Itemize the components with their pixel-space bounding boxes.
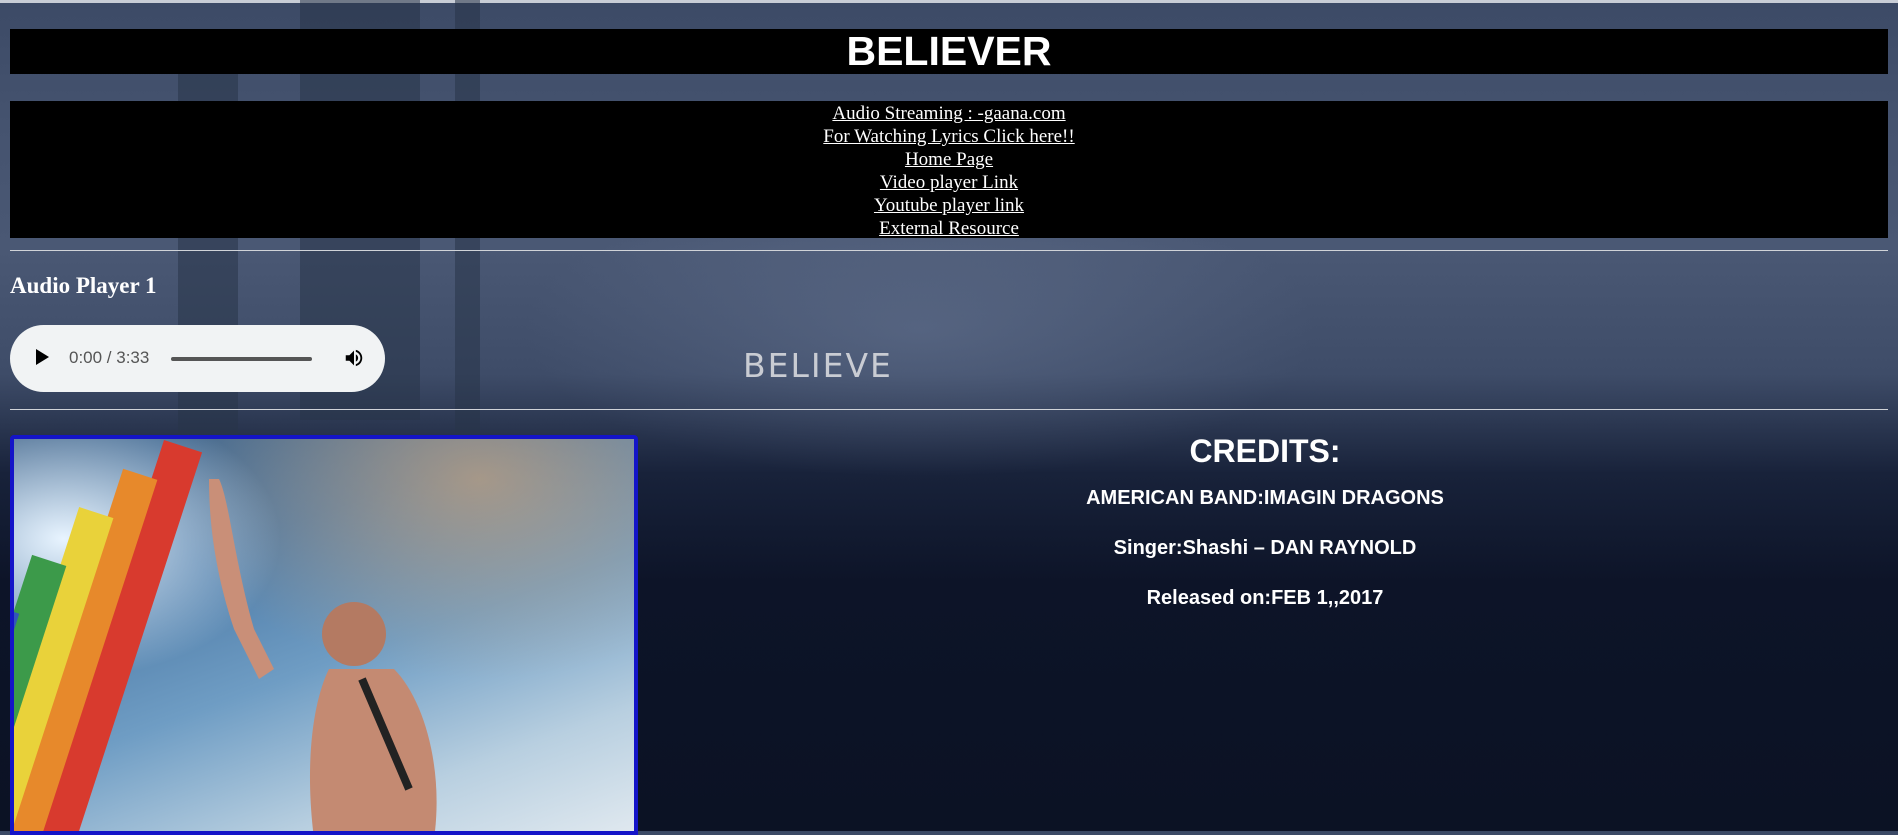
- audio-streaming-link[interactable]: Audio Streaming : -gaana.com: [10, 102, 1888, 125]
- concert-photo-illustration: [14, 439, 634, 831]
- divider: [10, 409, 1888, 410]
- page-title: BELIEVER: [846, 28, 1052, 74]
- play-icon[interactable]: [36, 349, 49, 365]
- band-credit: AMERICAN BAND:IMAGIN DRAGONS: [1086, 487, 1444, 509]
- video-player-link[interactable]: Video player Link: [10, 171, 1888, 194]
- lyrics-link[interactable]: For Watching Lyrics Click here!!: [10, 125, 1888, 148]
- singer-credit: Singer:Shashi – DAN RAYNOLD: [1113, 537, 1417, 559]
- background-watermark-text: BELIEVE: [743, 346, 893, 385]
- link-navigation: Audio Streaming : -gaana.com For Watchin…: [10, 101, 1888, 240]
- home-page-link[interactable]: Home Page: [10, 148, 1888, 171]
- audio-player-heading: Audio Player 1: [10, 273, 157, 298]
- audio-player[interactable]: 0:00 / 3:33: [10, 325, 385, 392]
- album-photo: [10, 435, 638, 835]
- time-display: 0:00 / 3:33: [69, 348, 150, 367]
- volume-icon[interactable]: [343, 347, 365, 369]
- credits-section: CREDITS: AMERICAN BAND:IMAGIN DRAGONS Si…: [660, 430, 1870, 610]
- progress-slider[interactable]: [171, 357, 312, 361]
- youtube-player-link[interactable]: Youtube player link: [10, 194, 1888, 217]
- external-resource-link[interactable]: External Resource: [10, 217, 1888, 240]
- credits-title: CREDITS:: [1189, 433, 1341, 469]
- divider: [10, 250, 1888, 251]
- top-border: [0, 0, 1898, 3]
- release-date: Released on:FEB 1,,2017: [1146, 587, 1384, 609]
- title-banner: BELIEVER: [10, 29, 1888, 74]
